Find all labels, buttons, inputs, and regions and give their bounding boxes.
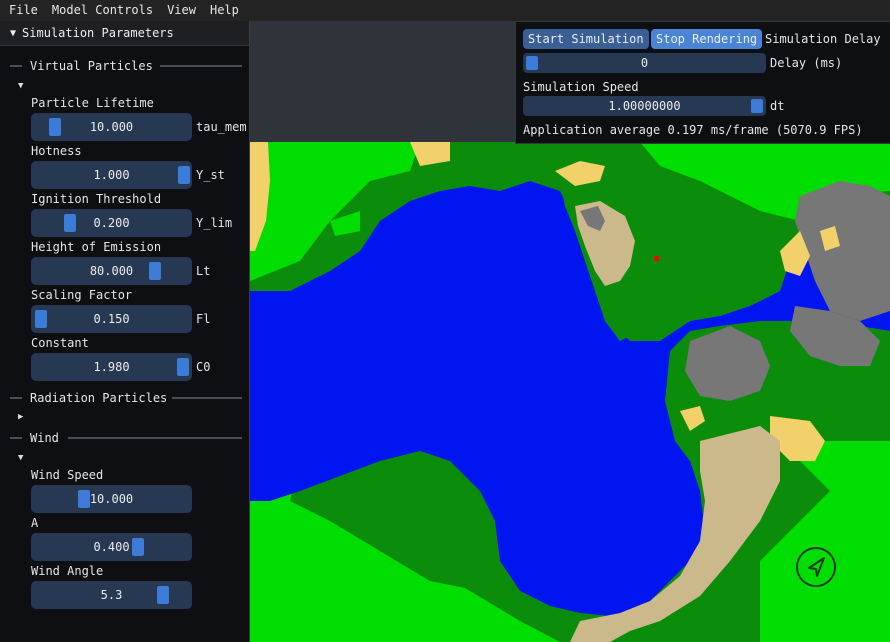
section-wind: Wind	[0, 429, 250, 447]
param-value: 1.000	[93, 168, 130, 182]
param-suffix: Y_lim	[196, 216, 233, 230]
delay-value: 0	[640, 56, 649, 70]
param-value: 0.150	[93, 312, 130, 326]
section-label: Virtual Particles	[30, 59, 153, 73]
simulation-speed-title: Simulation Speed	[523, 80, 639, 94]
param-label: Particle Lifetime	[31, 96, 154, 110]
section-radiation-particles: Radiation Particles	[0, 389, 250, 407]
section-label: Radiation Particles	[30, 391, 168, 405]
param-suffix: Lt	[196, 264, 211, 278]
delay-slider[interactable]: 0	[523, 53, 766, 73]
param-value: 80.000	[89, 264, 134, 278]
param-label: Wind Speed	[31, 468, 104, 482]
expand-arrow-right-icon[interactable]: ▶	[18, 410, 30, 424]
param-label: Hotness	[31, 144, 82, 158]
speed-label: dt	[770, 99, 785, 113]
expand-arrow-down-icon[interactable]: ▼	[18, 451, 30, 465]
compass-arrow-icon[interactable]	[795, 546, 837, 588]
collapse-triangle-icon[interactable]: ▼	[10, 28, 16, 39]
fps-readout: Application average 0.197 ms/frame (5070…	[523, 123, 863, 137]
speed-slider[interactable]: 1.00000000	[523, 96, 766, 116]
param-value: 5.3	[100, 588, 123, 602]
expand-arrow-down-icon[interactable]: ▼	[18, 79, 30, 93]
menu-view[interactable]: View	[160, 0, 203, 21]
param-slider[interactable]: 10.000	[31, 113, 192, 141]
param-value: 1.980	[93, 360, 130, 374]
param-slider[interactable]: 1.980	[31, 353, 192, 381]
param-label: Constant	[31, 336, 89, 350]
start-simulation-button[interactable]: Start Simulation	[523, 29, 649, 49]
param-label: Ignition Threshold	[31, 192, 162, 206]
param-label: Wind Angle	[31, 564, 104, 578]
param-suffix: C0	[196, 360, 211, 374]
param-value: 10.000	[89, 492, 134, 506]
section-virtual-particles: Virtual Particles	[0, 57, 250, 75]
simulation-parameters-window: ▼ Simulation Parameters Virtual Particle…	[0, 21, 250, 642]
param-slider[interactable]: 5.3	[31, 581, 192, 609]
menu-file[interactable]: File	[2, 0, 45, 21]
param-value: 10.000	[89, 120, 134, 134]
section-label: Wind	[30, 431, 59, 445]
param-suffix: tau_mem	[196, 120, 247, 134]
menu-model-controls[interactable]: Model Controls	[45, 0, 160, 21]
simulation-delay-title: Simulation Delay	[765, 32, 881, 46]
params-window-title-bar[interactable]: ▼ Simulation Parameters	[0, 21, 249, 46]
param-slider[interactable]: 0.400	[31, 533, 192, 561]
menu-help[interactable]: Help	[203, 0, 246, 21]
param-value: 0.400	[93, 540, 130, 554]
menu-bar: File Model Controls View Help	[0, 0, 890, 21]
param-suffix: Y_st	[196, 168, 225, 182]
param-slider[interactable]: 80.000	[31, 257, 192, 285]
param-slider[interactable]: 10.000	[31, 485, 192, 513]
stop-rendering-button[interactable]: Stop Rendering	[651, 29, 763, 49]
param-label: Scaling Factor	[31, 288, 133, 302]
param-slider[interactable]: 1.000	[31, 161, 192, 189]
param-slider[interactable]: 0.200	[31, 209, 192, 237]
params-window-title: Simulation Parameters	[22, 26, 174, 40]
simulation-controls-window: Start Simulation Stop Rendering Simulati…	[515, 21, 890, 144]
param-label: Height of Emission	[31, 240, 162, 254]
param-value: 0.200	[93, 216, 130, 230]
speed-value: 1.00000000	[608, 99, 681, 113]
param-label: A	[31, 516, 39, 530]
delay-label: Delay (ms)	[770, 56, 843, 70]
param-slider[interactable]: 0.150	[31, 305, 192, 333]
param-suffix: Fl	[196, 312, 211, 326]
